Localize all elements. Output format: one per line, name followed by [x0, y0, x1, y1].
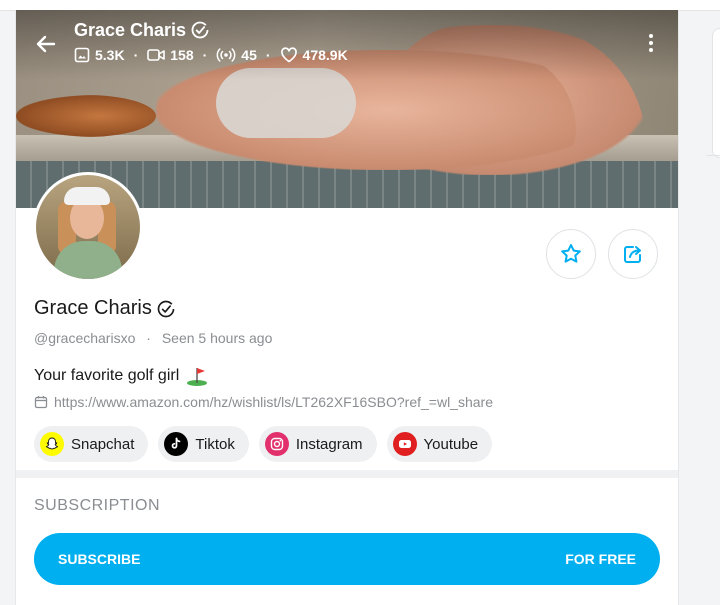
social-tiktok[interactable]: Tiktok	[158, 426, 249, 462]
more-options-icon[interactable]	[646, 32, 656, 54]
subscribe-button[interactable]: SUBSCRIBE FOR FREE	[34, 533, 660, 585]
stat-likes[interactable]: 478.9K	[280, 47, 348, 63]
stat-likes-value: 478.9K	[302, 47, 348, 63]
social-label: Youtube	[423, 435, 479, 453]
verified-icon	[157, 300, 175, 317]
bio-row: Your favorite golf girl	[34, 365, 209, 387]
subscribe-price: FOR FREE	[565, 551, 636, 567]
golf-flag-icon	[187, 368, 208, 386]
social-snapchat[interactable]: Snapchat	[34, 426, 149, 462]
profile-card: Grace Charis 5.3K · 158 · 45 · 478.9K Gr…	[15, 10, 679, 605]
social-youtube[interactable]: Youtube	[386, 426, 493, 462]
social-label: Instagram	[295, 435, 363, 453]
stat-images[interactable]: 5.3K	[74, 47, 125, 63]
stat-separator: ·	[202, 47, 208, 63]
subscribe-label: SUBSCRIBE	[58, 551, 141, 567]
stat-images-value: 5.3K	[95, 47, 125, 63]
back-arrow-icon[interactable]	[34, 32, 58, 56]
star-icon	[561, 244, 581, 263]
social-instagram[interactable]: Instagram	[258, 426, 377, 462]
profile-bio: Your favorite golf girl	[34, 367, 180, 384]
profile-name: Grace Charis	[34, 297, 152, 319]
broadcast-icon	[216, 48, 236, 62]
side-panel	[712, 28, 720, 158]
wishlist-link[interactable]: https://www.amazon.com/hz/wishlist/ls/LT…	[54, 394, 493, 410]
social-label: Tiktok	[195, 435, 235, 453]
wishlist-link-row[interactable]: https://www.amazon.com/hz/wishlist/ls/LT…	[34, 394, 493, 410]
share-icon	[624, 246, 641, 263]
section-divider	[16, 470, 678, 478]
stat-separator: ·	[133, 47, 139, 63]
heart-icon	[280, 47, 297, 63]
profile-handle: @gracecharisxo	[34, 330, 136, 346]
link-calendar-icon	[34, 396, 48, 409]
avatar[interactable]	[33, 172, 143, 282]
instagram-icon	[264, 432, 289, 456]
seen-label: Seen	[161, 330, 195, 346]
video-icon	[147, 49, 166, 61]
avatar-cap	[64, 187, 110, 205]
last-seen: 5 hours ago	[198, 330, 273, 346]
banner-header: Grace Charis 5.3K · 158 · 45 · 478.9K	[74, 18, 348, 66]
handle-row: @gracecharisxo · Seen 5 hours ago	[34, 330, 272, 346]
image-icon	[74, 47, 90, 63]
share-button[interactable]	[608, 229, 658, 279]
stat-separator: ·	[265, 47, 271, 63]
subscription-section-label: SUBSCRIPTION	[34, 497, 161, 514]
favorite-button[interactable]	[546, 229, 596, 279]
handle-separator: ·	[146, 330, 151, 346]
stats-row: 5.3K · 158 · 45 · 478.9K	[74, 44, 348, 66]
side-divider	[706, 155, 720, 156]
stat-streams[interactable]: 45	[216, 47, 257, 63]
youtube-icon	[392, 432, 417, 456]
avatar-photo	[36, 175, 140, 279]
stat-videos[interactable]: 158	[147, 47, 194, 63]
profile-name-row: Grace Charis	[34, 297, 176, 320]
stat-videos-value: 158	[170, 47, 194, 63]
snapchat-icon	[40, 432, 64, 456]
header-name: Grace Charis	[74, 20, 187, 40]
stat-streams-value: 45	[241, 47, 257, 63]
social-links: Snapchat Tiktok Instagram Youtube	[34, 426, 493, 462]
header-name-row: Grace Charis	[74, 18, 348, 42]
banner-hair	[16, 95, 156, 137]
social-label: Snapchat	[71, 435, 135, 453]
verified-icon	[191, 21, 209, 39]
tiktok-icon	[164, 432, 189, 456]
